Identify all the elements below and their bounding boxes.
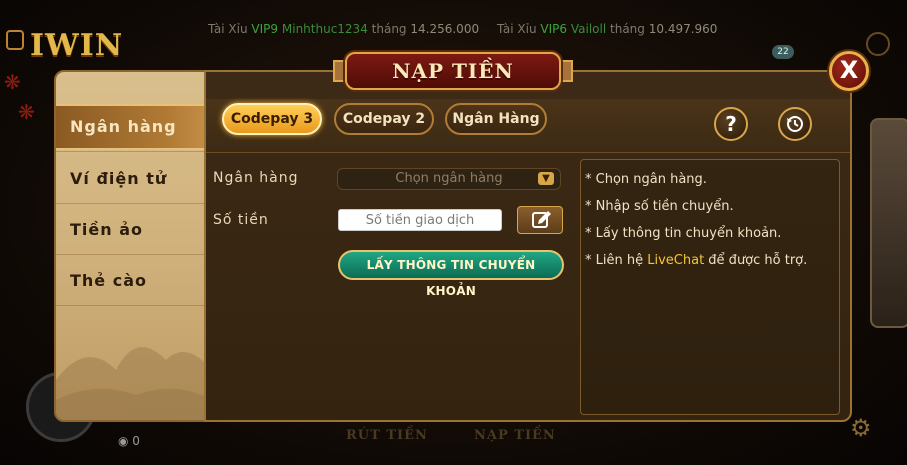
sidebar-item-bank[interactable]: Ngân hàng xyxy=(56,102,208,152)
tab-codepay-3[interactable]: Codepay 3 xyxy=(222,103,322,135)
history-button[interactable] xyxy=(778,107,812,141)
tab-codepay-2[interactable]: Codepay 2 xyxy=(334,103,434,135)
help-button[interactable]: ? xyxy=(714,107,748,141)
amount-label: Số tiền xyxy=(213,212,269,228)
get-transfer-info-button[interactable]: LẤY THÔNG TIN CHUYỂN KHOẢN xyxy=(338,250,564,298)
close-button[interactable]: X xyxy=(829,51,869,91)
instruction-line: * Lấy thông tin chuyển khoản. xyxy=(585,226,781,241)
help-icon: ? xyxy=(725,112,737,136)
livechat-link[interactable]: LiveChat xyxy=(647,253,704,268)
instruction-text: * Nhập số tiền chuyển. xyxy=(585,199,734,214)
hex-icon xyxy=(6,30,24,50)
sidebar-item-card[interactable]: Thẻ cào xyxy=(56,256,208,306)
ticker-name: Vailoll xyxy=(570,22,607,36)
gear-icon[interactable]: ⚙ xyxy=(850,414,872,442)
edit-icon xyxy=(532,211,551,228)
game-logo: IWIN xyxy=(30,28,124,63)
dialog-title-banner: NẠP TIỀN xyxy=(333,48,573,92)
ornament-icon xyxy=(866,32,890,56)
game-card[interactable] xyxy=(870,118,907,328)
ticker-vip: VIP9 xyxy=(251,22,279,36)
chevron-down-icon: ▼ xyxy=(538,172,554,185)
ticker-period: tháng xyxy=(610,22,645,36)
jackpot-ticker: Tài Xỉu VIP6 Vailoll tháng 10.497.960 xyxy=(497,22,717,36)
bank-label: Ngân hàng xyxy=(213,170,299,186)
ticker-amount: 14.256.000 xyxy=(410,22,480,36)
instruction-line: * Chọn ngân hàng. xyxy=(585,172,707,187)
instruction-text: * Chọn ngân hàng. xyxy=(585,172,707,187)
deposit-dialog: Ngân hàng Ví điện tử Tiền ảo Thẻ cào Cod… xyxy=(54,64,852,428)
history-icon xyxy=(787,116,803,132)
tab-bank[interactable]: Ngân Hàng xyxy=(445,103,547,135)
lantern-icon: ❋ xyxy=(18,100,35,124)
instruction-line: * Nhập số tiền chuyển. xyxy=(585,199,734,214)
deposit-label[interactable]: NẠP TIỀN xyxy=(474,428,556,443)
mountain-decoration xyxy=(56,347,208,420)
edit-amount-button[interactable] xyxy=(517,206,563,234)
payment-method-sidebar: Ngân hàng Ví điện tử Tiền ảo Thẻ cào xyxy=(54,70,210,422)
amount-input[interactable] xyxy=(338,209,502,231)
coin-balance: ◉ 0 xyxy=(118,434,140,448)
instruction-text: * Lấy thông tin chuyển khoản. xyxy=(585,226,782,241)
dialog-title: NẠP TIỀN xyxy=(392,59,514,83)
withdraw-label[interactable]: RÚT TIỀN xyxy=(346,428,428,443)
bank-select[interactable]: Chọn ngân hàng ▼ xyxy=(337,168,561,190)
ticker-game: Tài Xỉu xyxy=(497,22,537,36)
sidebar-item-e-wallet[interactable]: Ví điện tử xyxy=(56,154,208,204)
instructions-panel: * Chọn ngân hàng. * Nhập số tiền chuyển.… xyxy=(580,159,840,415)
ticker-vip: VIP6 xyxy=(540,22,568,36)
ticker-name: Minhthuc1234 xyxy=(281,22,368,36)
lantern-icon: ❋ xyxy=(4,70,21,94)
jackpot-ticker: Tài Xỉu VIP9 Minhthuc1234 tháng 14.256.0… xyxy=(208,22,479,36)
ticker-game: Tài Xỉu xyxy=(208,22,248,36)
close-icon: X xyxy=(839,56,859,84)
sidebar-item-crypto[interactable]: Tiền ảo xyxy=(56,205,208,255)
coin-amount: 0 xyxy=(132,434,140,448)
instruction-line: * Liên hệ LiveChat để được hỗ trợ. xyxy=(585,253,807,268)
ticker-amount: 10.497.960 xyxy=(648,22,718,36)
ticker-period: tháng xyxy=(371,22,407,36)
instruction-text: để được hỗ trợ. xyxy=(704,253,808,268)
instruction-text: * Liên hệ xyxy=(585,253,648,268)
game-screen: IWIN ❋ ❋ Tài Xỉu VIP9 Minhthuc1234 tháng… xyxy=(0,0,907,465)
bank-select-placeholder: Chọn ngân hàng xyxy=(395,171,503,186)
notification-badge: 22 xyxy=(772,45,794,59)
